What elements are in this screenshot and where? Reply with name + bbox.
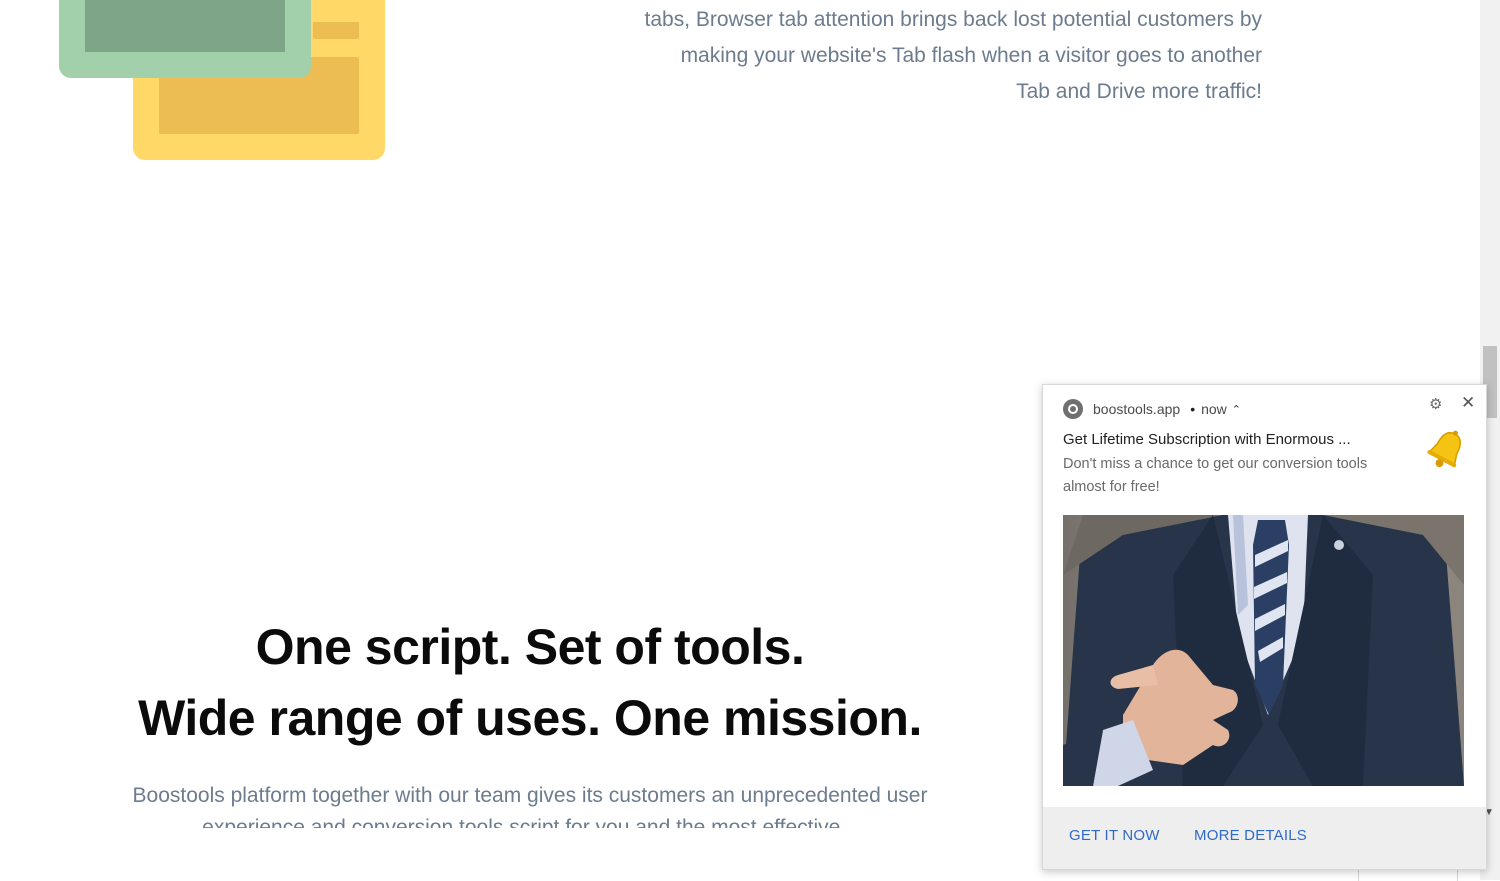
notification-body: Don't miss a chance to get our conversio… bbox=[1063, 456, 1368, 495]
bell-icon bbox=[1427, 430, 1461, 468]
get-it-now-button[interactable]: GET IT NOW bbox=[1069, 827, 1160, 844]
more-details-button[interactable]: MORE DETAILS bbox=[1194, 827, 1307, 844]
notification-time: now bbox=[1201, 401, 1227, 417]
headline-line-2: Wide range of uses. One mission. bbox=[138, 690, 922, 746]
tab-illustration bbox=[58, 0, 388, 165]
illustration-green-card bbox=[59, 0, 311, 78]
notification-site: boostools.app bbox=[1093, 401, 1181, 417]
illustration-yellow-bar bbox=[313, 22, 359, 39]
notification-image bbox=[1063, 515, 1464, 786]
intro-paragraph: Boostools platform together with our tea… bbox=[132, 784, 928, 828]
headline-line-1: One script. Set of tools. bbox=[255, 619, 805, 675]
notification-title: Get Lifetime Subscription with Enormous … bbox=[1063, 431, 1351, 448]
illustration-green-block bbox=[85, 0, 285, 52]
push-notification[interactable]: boostools.app • now ⌃ ⚙ ✕ Get Lifetime S… bbox=[1042, 384, 1487, 870]
section-headline: One script. Set of tools. Wide range of … bbox=[60, 612, 1000, 754]
close-icon[interactable]: ✕ bbox=[1461, 393, 1475, 413]
separator-dot: • bbox=[1190, 401, 1196, 417]
feature-description: tabs, Browser tab attention brings back … bbox=[644, 8, 1262, 103]
notification-header: boostools.app • now ⌃ bbox=[1063, 398, 1241, 420]
chevron-up-icon[interactable]: ⌃ bbox=[1232, 403, 1241, 416]
notification-actions: GET IT NOW MORE DETAILS bbox=[1043, 807, 1486, 869]
gear-icon[interactable]: ⚙ bbox=[1429, 395, 1442, 413]
chrome-icon bbox=[1063, 399, 1083, 419]
